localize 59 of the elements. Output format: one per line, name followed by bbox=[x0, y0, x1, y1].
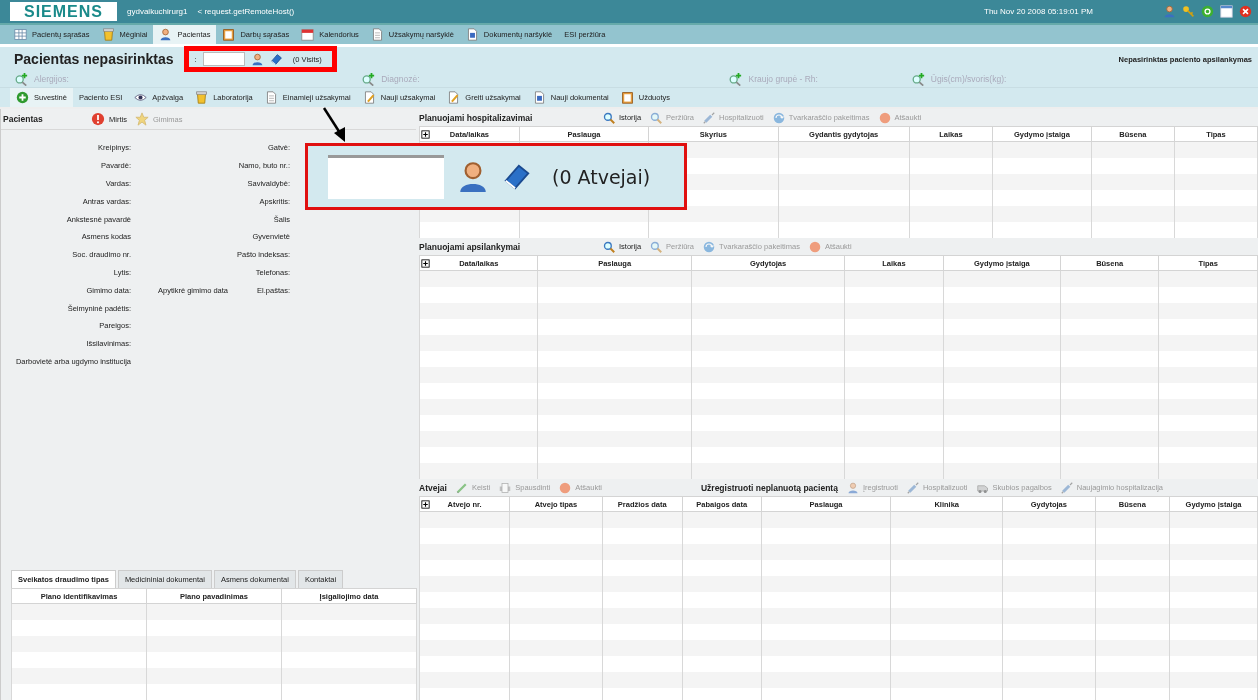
pencil-icon bbox=[455, 481, 468, 494]
jar-icon bbox=[101, 28, 115, 41]
expand-icon[interactable] bbox=[421, 499, 430, 509]
person-icon bbox=[159, 28, 173, 41]
callout-arrow bbox=[322, 107, 345, 142]
syringe-icon bbox=[1060, 481, 1073, 494]
magnifier-plus-icon bbox=[14, 72, 28, 86]
person-icon bbox=[846, 481, 859, 494]
syringe-icon bbox=[703, 111, 716, 124]
plus-icon bbox=[16, 91, 29, 104]
magnifier-icon bbox=[650, 111, 663, 124]
search-field[interactable] bbox=[202, 52, 245, 66]
clipboard-icon bbox=[222, 28, 236, 41]
section-title: Atvejai bbox=[419, 482, 447, 493]
circle-icon bbox=[559, 481, 572, 494]
star-icon bbox=[134, 112, 149, 126]
circle-icon bbox=[808, 240, 821, 253]
document-icon bbox=[264, 91, 278, 104]
jar-icon bbox=[195, 91, 209, 104]
person-icon[interactable] bbox=[1163, 5, 1176, 18]
window-icon[interactable] bbox=[1220, 5, 1233, 18]
section-title: Planuojami hospitalizavimai bbox=[419, 112, 534, 123]
syringe-icon bbox=[906, 481, 919, 494]
magnifier-plus-icon bbox=[910, 72, 925, 86]
circle-icon bbox=[878, 111, 891, 124]
panel-title: Pacientas bbox=[3, 114, 44, 124]
expand-icon[interactable] bbox=[421, 129, 430, 139]
document-icon bbox=[465, 28, 479, 41]
separator-text: : bbox=[194, 54, 197, 64]
magnifier-plus-icon bbox=[361, 72, 376, 86]
alert-icon bbox=[91, 112, 105, 126]
document-pencil-icon bbox=[362, 91, 376, 104]
cases-count: (0 Atvejai) bbox=[552, 165, 651, 188]
section-title: Užregistruoti neplanuotą pacientą bbox=[700, 482, 838, 493]
calendar-icon bbox=[301, 28, 315, 41]
magnifier-icon bbox=[603, 111, 615, 124]
key-icon[interactable] bbox=[1182, 5, 1195, 18]
document-icon bbox=[370, 28, 384, 41]
magnifier-icon bbox=[650, 240, 663, 253]
printer-icon bbox=[499, 481, 512, 494]
person-icon[interactable] bbox=[250, 52, 264, 66]
refresh-icon bbox=[703, 240, 716, 253]
date-time: Thu Nov 20 2008 05:19:01 PM bbox=[984, 7, 1093, 16]
user-name: gydvaikuchirurg1 bbox=[127, 7, 188, 16]
document-icon bbox=[532, 91, 546, 104]
clipboard-icon bbox=[620, 91, 634, 104]
section-title: Planuojami apsilankymai bbox=[419, 241, 522, 252]
refresh-icon bbox=[772, 111, 785, 124]
patient-title: Pacientas nepasirinktas bbox=[14, 51, 174, 67]
magnifier-icon bbox=[603, 240, 615, 253]
host-text: < request.getRemoteHost() bbox=[197, 7, 295, 16]
close-icon[interactable] bbox=[1239, 5, 1252, 18]
book-icon[interactable] bbox=[269, 52, 283, 66]
expand-icon[interactable] bbox=[421, 258, 430, 268]
eye-icon bbox=[134, 91, 148, 104]
document-pencil-icon bbox=[447, 91, 461, 104]
magnifier-plus-icon bbox=[728, 72, 743, 86]
logo: SIEMENS bbox=[10, 2, 117, 21]
grid-icon bbox=[14, 28, 27, 41]
